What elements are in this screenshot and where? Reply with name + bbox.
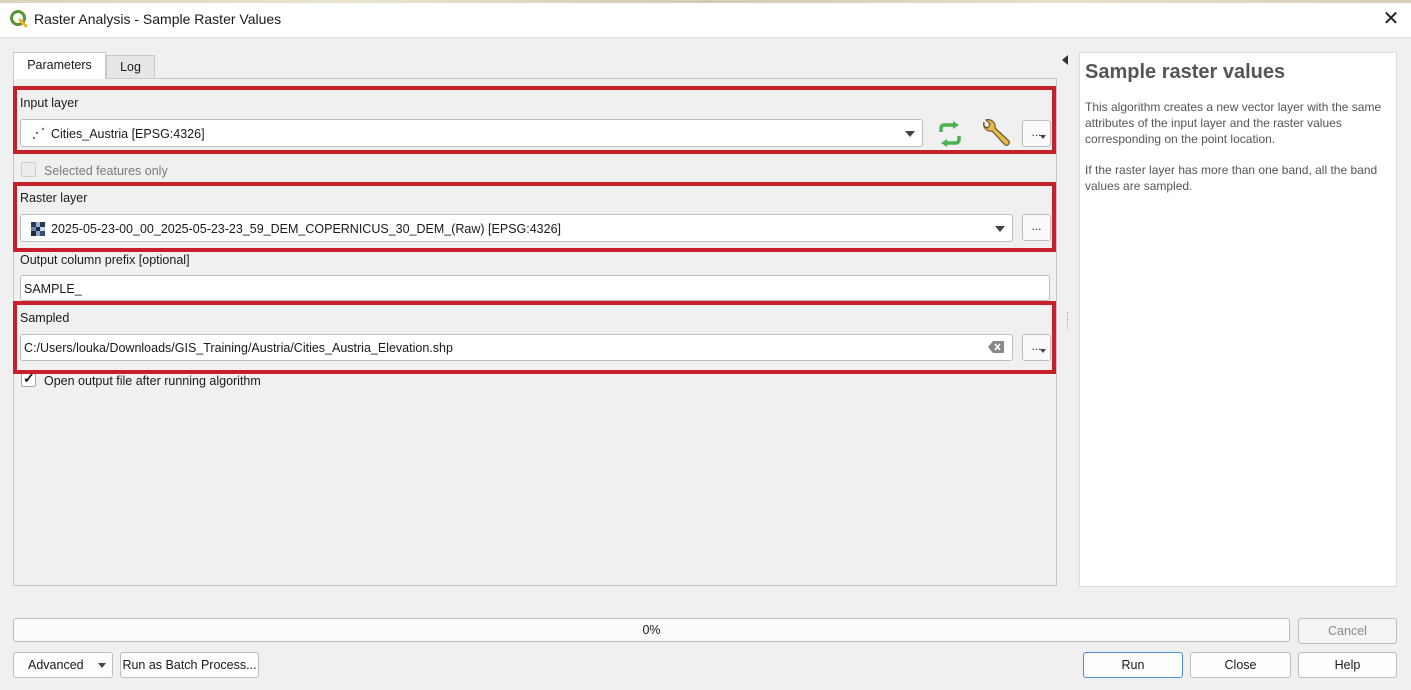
selected-features-checkbox[interactable] — [21, 162, 36, 177]
close-button[interactable]: Close — [1190, 652, 1291, 678]
ellipsis-label: ... — [1031, 219, 1042, 233]
iterate-features-icon[interactable] — [934, 119, 966, 149]
input-layer-value: Cities_Austria [EPSG:4326] — [51, 127, 205, 141]
open-output-checkbox[interactable] — [21, 370, 36, 387]
collapse-help-arrow-icon[interactable] — [1062, 55, 1068, 65]
selected-features-label: Selected features only — [44, 164, 168, 178]
open-output-label: Open output file after running algorithm — [44, 374, 261, 388]
chevron-down-icon — [98, 663, 106, 668]
sampled-browse-button[interactable]: ... — [1022, 334, 1051, 361]
prefix-value: SAMPLE_ — [24, 282, 82, 296]
run-button[interactable]: Run — [1083, 652, 1183, 678]
title-bar: Raster Analysis - Sample Raster Values ✕ — [0, 0, 1411, 38]
window-title: Raster Analysis - Sample Raster Values — [34, 11, 282, 27]
advanced-label: Advanced — [28, 658, 84, 672]
raster-layer-label: Raster layer — [20, 191, 88, 205]
point-layer-icon — [32, 127, 45, 140]
raster-layer-browse-button[interactable]: ... — [1022, 214, 1051, 241]
help-title: Sample raster values — [1085, 61, 1286, 83]
help-paragraph-1: This algorithm creates a new vector laye… — [1085, 100, 1382, 146]
cancel-button[interactable]: Cancel — [1298, 618, 1397, 644]
sampled-label: Sampled — [20, 311, 70, 325]
prefix-label: Output column prefix [optional] — [20, 253, 190, 267]
input-layer-options-button[interactable]: ... — [1022, 120, 1051, 147]
tab-parameters[interactable]: Parameters — [13, 52, 106, 79]
raster-layer-combo[interactable]: 2025-05-23-00_00_2025-05-23-23_59_DEM_CO… — [20, 214, 1013, 242]
progress-label: 0% — [642, 623, 661, 637]
chevron-down-icon — [1040, 349, 1046, 353]
raster-layer-value: 2025-05-23-00_00_2025-05-23-23_59_DEM_CO… — [51, 222, 562, 236]
sampled-path-input[interactable]: C:/Users/louka/Downloads/GIS_Training/Au… — [20, 334, 1013, 361]
chevron-down-icon — [995, 226, 1005, 232]
tab-log[interactable]: Log — [106, 55, 155, 79]
clear-text-icon[interactable] — [988, 341, 1004, 353]
help-button[interactable]: Help — [1298, 652, 1397, 678]
advanced-button[interactable]: Advanced — [13, 652, 113, 678]
raster-layer-icon — [31, 222, 45, 236]
qgis-logo-icon — [10, 10, 28, 28]
progress-bar: 0% — [13, 618, 1290, 642]
sampled-path-value: C:/Users/louka/Downloads/GIS_Training/Au… — [24, 341, 453, 355]
help-paragraph-2: If the raster layer has more than one ba… — [1085, 163, 1378, 193]
batch-process-button[interactable]: Run as Batch Process... — [120, 652, 259, 678]
input-layer-combo[interactable]: Cities_Austria [EPSG:4326] — [20, 119, 923, 147]
chevron-down-icon — [905, 131, 915, 137]
input-layer-label: Input layer — [20, 96, 79, 110]
parameters-panel — [13, 78, 1057, 586]
background-strip — [0, 0, 1411, 3]
chevron-down-icon — [1040, 135, 1046, 139]
wrench-icon[interactable] — [978, 117, 1012, 151]
help-panel: Sample raster values This algorithm crea… — [1079, 52, 1397, 587]
splitter-handle[interactable] — [1067, 312, 1069, 330]
close-window-button[interactable]: ✕ — [1378, 6, 1404, 32]
prefix-input[interactable]: SAMPLE_ — [20, 275, 1050, 301]
